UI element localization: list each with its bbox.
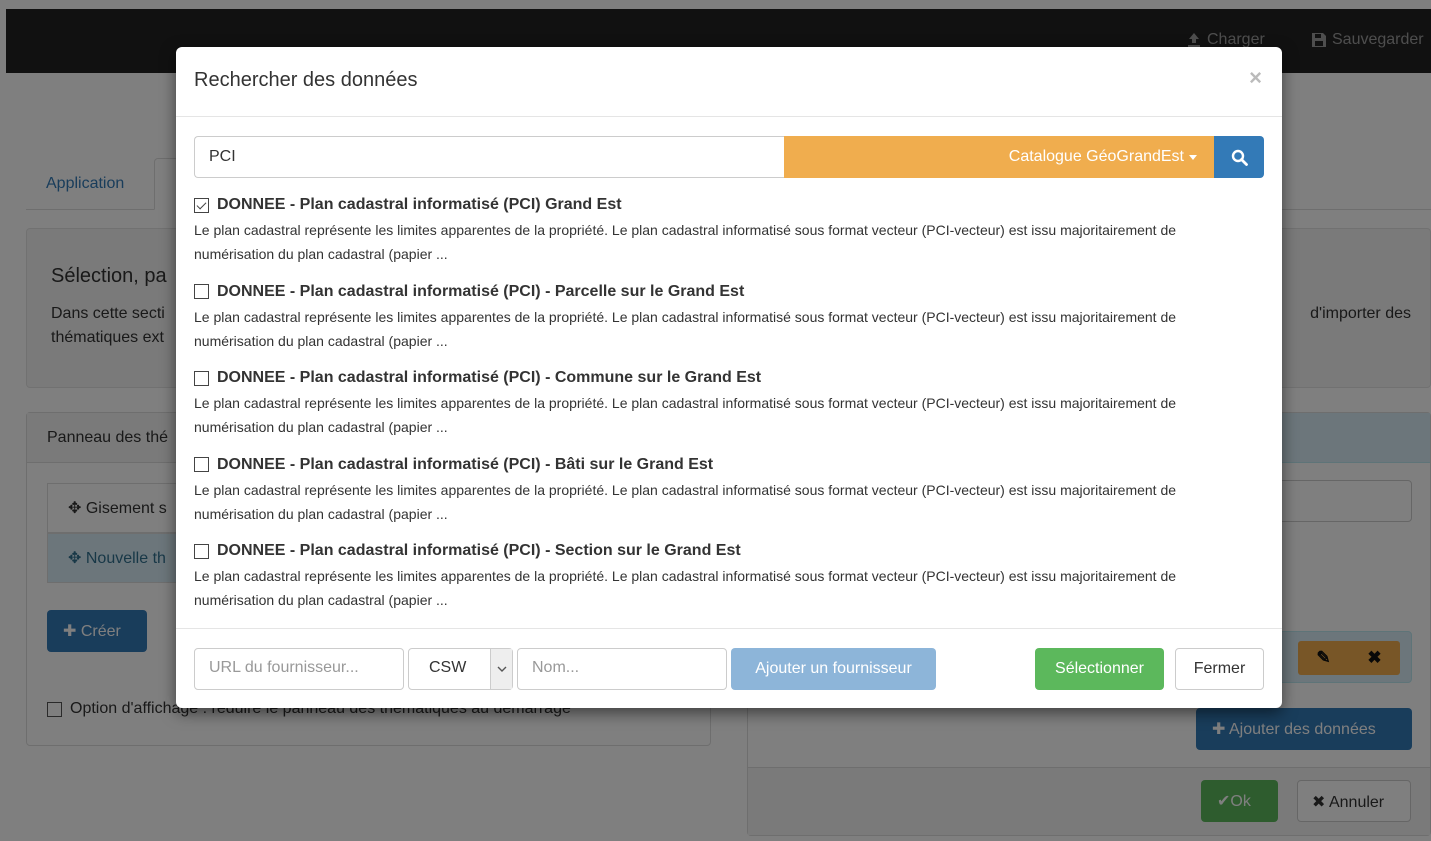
result-title: DONNEE - Plan cadastral informatisé (PCI… <box>217 369 762 386</box>
result-checkbox[interactable] <box>194 284 209 299</box>
result-description: Le plan cadastral représente les limites… <box>194 308 1177 349</box>
search-row: Catalogue GéoGrandEst <box>194 136 1264 178</box>
search-input[interactable] <box>194 136 784 178</box>
list-item[interactable]: DONNEE - Plan cadastral informatisé (PCI… <box>194 194 1264 281</box>
catalog-dropdown[interactable]: Catalogue GéoGrandEst <box>784 136 1214 178</box>
close-button[interactable]: Fermer <box>1175 648 1264 690</box>
provider-type-select[interactable]: CSW <box>408 648 513 690</box>
provider-name-input[interactable]: Nom... <box>517 648 727 690</box>
list-item[interactable]: DONNEE - Plan cadastral informatisé (PCI… <box>194 454 1264 541</box>
list-item[interactable]: DONNEE - Plan cadastral informatisé (PCI… <box>194 281 1264 368</box>
result-title-row: DONNEE - Plan cadastral informatisé (PCI… <box>194 281 1264 303</box>
result-checkbox[interactable] <box>194 370 209 386</box>
result-title: DONNEE - Plan cadastral informatisé (PCI… <box>217 455 714 473</box>
result-description: Le plan cadastral représente les limites… <box>194 568 1177 608</box>
results-list: DONNEE - Plan cadastral informatisé (PCI… <box>194 194 1264 627</box>
result-title: DONNEE - Plan cadastral informatisé (PCI… <box>217 282 745 300</box>
result-checkbox[interactable] <box>194 457 209 472</box>
result-title: DONNEE - Plan cadastral informatisé (PCI… <box>217 196 622 213</box>
search-icon <box>1231 149 1248 166</box>
provider-type-value: CSW <box>429 659 467 676</box>
search-data-modal: Rechercher des données × Catalogue GéoGr… <box>176 47 1282 708</box>
modal-title: Rechercher des données <box>194 69 418 91</box>
result-description: Le plan cadastral représente les limites… <box>194 395 1177 435</box>
catalog-label: Catalogue GéoGrandEst <box>1008 148 1184 165</box>
modal-body: Catalogue GéoGrandEst DONNEE - Plan cada… <box>176 117 1282 629</box>
result-description: Le plan cadastral représente les limites… <box>194 481 1177 522</box>
result-description: Le plan cadastral représente les limites… <box>194 222 1177 262</box>
modal-footer: URL du fournisseur... CSW Nom... Ajouter… <box>176 628 1282 708</box>
result-title-row: DONNEE - Plan cadastral informatisé (PCI… <box>194 540 1264 562</box>
result-title-row: DONNEE - Plan cadastral informatisé (PCI… <box>194 454 1264 476</box>
chevron-down-icon <box>490 649 512 689</box>
caret-down-icon <box>1189 155 1197 160</box>
result-checkbox[interactable] <box>194 543 209 559</box>
modal-header: Rechercher des données × <box>176 47 1282 117</box>
result-title-row: DONNEE - Plan cadastral informatisé (PCI… <box>194 194 1264 216</box>
list-item[interactable]: DONNEE - Plan cadastral informatisé (PCI… <box>194 540 1264 627</box>
search-button[interactable] <box>1214 136 1264 178</box>
result-title-row: DONNEE - Plan cadastral informatisé (PCI… <box>194 367 1264 389</box>
select-button[interactable]: Sélectionner <box>1035 648 1164 690</box>
list-item[interactable]: DONNEE - Plan cadastral informatisé (PCI… <box>194 367 1264 454</box>
result-title: DONNEE - Plan cadastral informatisé (PCI… <box>217 542 741 559</box>
provider-url-input[interactable]: URL du fournisseur... <box>194 648 404 690</box>
result-checkbox[interactable] <box>194 197 209 213</box>
close-icon[interactable]: × <box>1249 65 1262 91</box>
add-provider-button[interactable]: Ajouter un fournisseur <box>731 648 936 690</box>
